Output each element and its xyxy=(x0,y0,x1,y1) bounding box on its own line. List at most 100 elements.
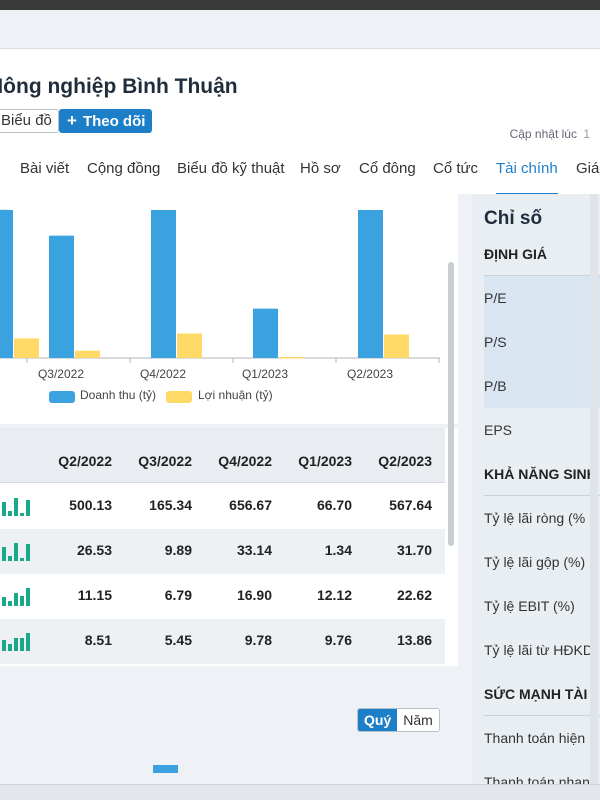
table-cell: 8.51 xyxy=(84,632,112,648)
bar-profit[interactable] xyxy=(177,333,202,358)
table-cell: 500.13 xyxy=(69,497,112,513)
spark-bar xyxy=(2,597,6,606)
spark-bar xyxy=(14,593,18,606)
bar-revenue[interactable] xyxy=(49,235,74,358)
x-tick-label: Q2/2023 xyxy=(347,367,393,381)
info-icon: 1 xyxy=(583,127,590,141)
bar-revenue[interactable] xyxy=(151,210,176,358)
indicator-gross-margin[interactable]: Tỷ lệ lãi gộp (%) xyxy=(484,540,600,584)
indicator-scrollbar[interactable] xyxy=(590,194,598,784)
indicator-ps[interactable]: P/S xyxy=(484,320,600,364)
table-cell: 567.64 xyxy=(389,497,432,513)
indicator-panel: Chỉ số ĐỊNH GIÁ P/E P/S P/B EPS KHẢ NĂNG… xyxy=(472,194,600,784)
tab-community[interactable]: Cộng đồng xyxy=(87,153,160,195)
table-cell: 31.70 xyxy=(396,542,432,558)
table-cell: 165.34 xyxy=(149,497,192,513)
section-financial-strength: SỨC MẠNH TÀI xyxy=(484,672,600,716)
bar-revenue[interactable] xyxy=(0,210,13,358)
spark-bar xyxy=(20,638,24,651)
indicator-title: Chỉ số xyxy=(484,208,543,229)
table-cell: 6.79 xyxy=(164,587,192,603)
tab-shareholders[interactable]: Cổ đông xyxy=(359,153,416,195)
table-cell: 9.78 xyxy=(244,632,272,648)
trend-sparkline xyxy=(0,496,34,516)
legend-profit: Lợi nhuận (tỷ) xyxy=(198,388,273,402)
bottom-strip xyxy=(0,784,600,800)
indicator-pb[interactable]: P/B xyxy=(484,364,600,408)
spark-bar xyxy=(8,511,12,516)
spark-bar xyxy=(8,556,12,561)
updated-label: Cập nhật lúc xyxy=(509,127,577,141)
bar-revenue[interactable] xyxy=(253,308,278,358)
spark-bar xyxy=(20,596,24,606)
bar-profit[interactable] xyxy=(279,357,304,359)
trend-sparkline xyxy=(0,541,34,561)
spark-bar xyxy=(2,502,6,516)
table-cell: 16.90 xyxy=(236,587,272,603)
table-cell: 1.34 xyxy=(324,542,352,558)
period-toggle: Quý Năm xyxy=(357,708,440,732)
company-title: Nông nghiệp Bình Thuận xyxy=(0,75,238,98)
tab-price[interactable]: Giá xyxy=(576,153,599,195)
spark-bar xyxy=(20,513,24,516)
updated-timestamp: Cập nhật lúc 1 xyxy=(510,127,590,141)
tab-posts[interactable]: Bài viết xyxy=(20,153,69,195)
section-profitability: KHẢ NĂNG SINH xyxy=(484,452,600,496)
plus-icon: + xyxy=(67,111,77,130)
table-header-row: Q2/2022 Q3/2022 Q4/2022 Q1/2023 Q2/2023 xyxy=(0,428,445,483)
column-header: Q2/2022 xyxy=(58,453,112,469)
trend-sparkline xyxy=(0,586,34,606)
spark-bar xyxy=(14,498,18,516)
indicator-operating-margin[interactable]: Tỷ lệ lãi từ HĐKD xyxy=(484,628,600,672)
bar-profit[interactable] xyxy=(14,338,39,358)
x-tick-label: Q1/2023 xyxy=(242,367,288,381)
bar-profit[interactable] xyxy=(384,334,409,358)
table-cell: 9.76 xyxy=(324,632,352,648)
spark-bar xyxy=(20,558,24,561)
tab-dividends[interactable]: Cổ tức xyxy=(433,153,478,195)
tab-finance[interactable]: Tài chính xyxy=(496,153,558,195)
table-cell: 33.14 xyxy=(236,542,272,558)
bar-profit[interactable] xyxy=(75,350,100,358)
tab-profile[interactable]: Hồ sơ xyxy=(300,153,341,195)
column-header: Q2/2023 xyxy=(378,453,432,469)
table-cell: 12.12 xyxy=(316,587,352,603)
lower-chart-bar xyxy=(153,765,178,773)
spark-bar xyxy=(2,640,6,651)
chart-button[interactable]: Biểu đồ xyxy=(0,109,59,133)
quarter-button[interactable]: Quý xyxy=(358,709,398,731)
year-button[interactable]: Năm xyxy=(397,709,439,731)
chart-table-scrollbar[interactable] xyxy=(448,262,454,546)
spark-bar xyxy=(26,544,30,561)
spark-bar xyxy=(14,543,18,561)
table-cell: 22.62 xyxy=(396,587,432,603)
section-valuation: ĐỊNH GIÁ xyxy=(484,232,600,276)
table-cell: 9.89 xyxy=(164,542,192,558)
legend-swatch-profit xyxy=(166,391,192,403)
spark-bar xyxy=(14,638,18,651)
spark-bar xyxy=(26,633,30,651)
x-tick-label: Q3/2022 xyxy=(38,367,84,381)
indicator-ebit-margin[interactable]: Tỷ lệ EBIT (%) xyxy=(484,584,600,628)
follow-button[interactable]: + Theo dõi xyxy=(59,109,152,133)
spark-bar xyxy=(2,547,6,561)
tab-technical-chart[interactable]: Biểu đồ kỹ thuật xyxy=(177,153,285,195)
table-cell: 13.86 xyxy=(396,632,432,648)
indicator-current-ratio[interactable]: Thanh toán hiện xyxy=(484,716,600,760)
follow-label: Theo dõi xyxy=(82,113,146,130)
x-tick-label: Q4/2022 xyxy=(140,367,186,381)
trend-sparkline xyxy=(0,631,34,651)
spark-bar xyxy=(26,588,30,606)
bar-revenue[interactable] xyxy=(358,210,383,358)
indicator-net-margin[interactable]: Tỷ lệ lãi ròng (% xyxy=(484,496,600,540)
spark-bar xyxy=(8,601,12,606)
legend-swatch-revenue xyxy=(49,391,75,403)
browser-top-bar xyxy=(0,0,600,10)
table-cell: 66.70 xyxy=(316,497,352,513)
table-cell: 11.15 xyxy=(77,587,112,603)
indicator-pe[interactable]: P/E xyxy=(484,276,600,320)
indicator-eps[interactable]: EPS xyxy=(484,408,600,452)
table-cell: 26.53 xyxy=(76,542,112,558)
indicator-quick-ratio[interactable]: Thanh toán nhan xyxy=(484,760,600,784)
table-cell: 5.45 xyxy=(164,632,192,648)
